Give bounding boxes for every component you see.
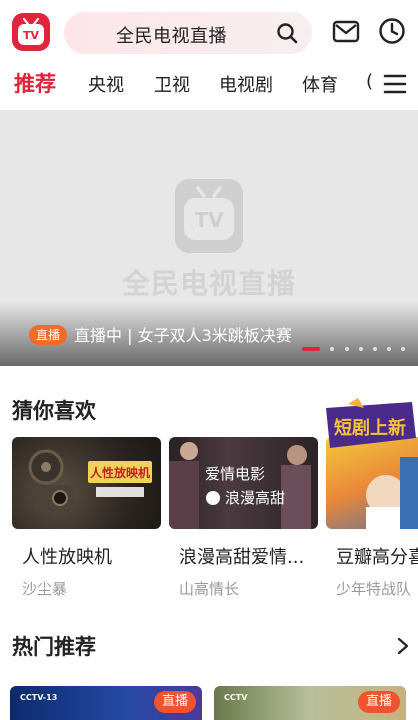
section-title-hot: 热门推荐 (12, 635, 96, 659)
recommend-list[interactable]: 人性放映机 人性放映机 沙尘暴 爱情电影 浪漫高甜 浪漫高甜爱情... 山高情长 (0, 437, 418, 607)
banner-brand-text: 全民电视直播 (121, 267, 296, 300)
recommend-card[interactable]: 人性放映机 人性放映机 沙尘暴 (12, 437, 161, 598)
live-badge: 直播 (357, 691, 400, 713)
thumb-text: 人性放映机 (90, 465, 150, 480)
search-icon[interactable] (276, 22, 298, 44)
app-logo-icon[interactable]: TV (11, 12, 51, 52)
hot-list[interactable]: CCTV-13 直播 CCTV 直播 (0, 686, 418, 720)
carousel-dot[interactable] (387, 347, 391, 351)
card-thumbnail[interactable]: 人性放映机 (12, 437, 161, 529)
card-subtitle: 山高情长 (179, 580, 240, 598)
live-badge: 直播 (153, 691, 196, 713)
short-drama-sticker: 短剧上新 (326, 398, 416, 448)
tabs-scroller[interactable]: 推荐 央视 卫视 电视剧 体育 ( (0, 64, 372, 104)
hero-banner[interactable]: TV 全民电视直播 直播 直播中 | 女子双人3米跳板决赛 (0, 110, 418, 366)
recommend-card[interactable]: 爱情电影 浪漫高甜 浪漫高甜爱情... 山高情长 (169, 437, 318, 598)
card-thumbnail[interactable]: 爱情电影 浪漫高甜 (169, 437, 318, 529)
carousel-dot[interactable] (401, 347, 405, 351)
thumb-text: 爱情电影 (205, 465, 265, 483)
channel-logo: CCTV (224, 693, 248, 702)
romance-poster: 爱情电影 浪漫高甜 (169, 442, 311, 529)
hot-card[interactable]: CCTV 直播 (214, 686, 406, 720)
svg-text:TV: TV (194, 208, 224, 232)
hot-card[interactable]: CCTV-13 直播 (10, 686, 202, 720)
carousel-dot[interactable] (373, 347, 377, 351)
tv-logo-icon: TV (175, 179, 243, 253)
projector-illustration: 人性放映机 (28, 449, 152, 511)
tab-satellite[interactable]: 卫视 (154, 71, 190, 97)
carousel-dot[interactable] (345, 347, 349, 351)
search-placeholder: 全民电视直播 (116, 26, 227, 47)
live-badge: 直播 (29, 325, 68, 345)
tab-sports[interactable]: 体育 (302, 71, 338, 97)
tab-tv-series[interactable]: 电视剧 (219, 71, 273, 97)
card-subtitle: 少年特战队 (336, 580, 412, 598)
menu-icon[interactable] (382, 72, 408, 96)
tab-more-partial[interactable]: ( (366, 71, 372, 92)
carousel-dot-active[interactable] (302, 347, 320, 351)
thumb-text-2: 浪漫高甜 (225, 489, 285, 507)
top-bar: TV 全民电视直播 (0, 0, 418, 64)
carousel-dot[interactable] (359, 347, 363, 351)
card-subtitle: 沙尘暴 (22, 580, 68, 598)
card-title: 豆瓣高分喜 (336, 547, 418, 568)
tab-cctv[interactable]: 央视 (88, 71, 124, 97)
tab-recommend[interactable]: 推荐 (14, 68, 56, 98)
channel-logo: CCTV-13 (20, 693, 58, 702)
carousel-dot[interactable] (330, 347, 334, 351)
section-title-recommend: 猜你喜欢 (12, 399, 96, 423)
card-title: 人性放映机 (22, 547, 112, 568)
search-bar[interactable]: 全民电视直播 (64, 12, 312, 54)
sticker-text: 短剧上新 (334, 417, 406, 439)
clock-icon[interactable] (378, 17, 406, 45)
card-title: 浪漫高甜爱情... (179, 547, 305, 568)
mail-icon[interactable] (332, 19, 360, 45)
chevron-right-icon[interactable] (397, 637, 409, 655)
svg-text:TV: TV (23, 29, 40, 42)
banner-title[interactable]: 直播中 | 女子双人3米跳板决赛 (74, 322, 292, 346)
category-tabs: 推荐 央视 卫视 电视剧 体育 ( (0, 64, 418, 104)
